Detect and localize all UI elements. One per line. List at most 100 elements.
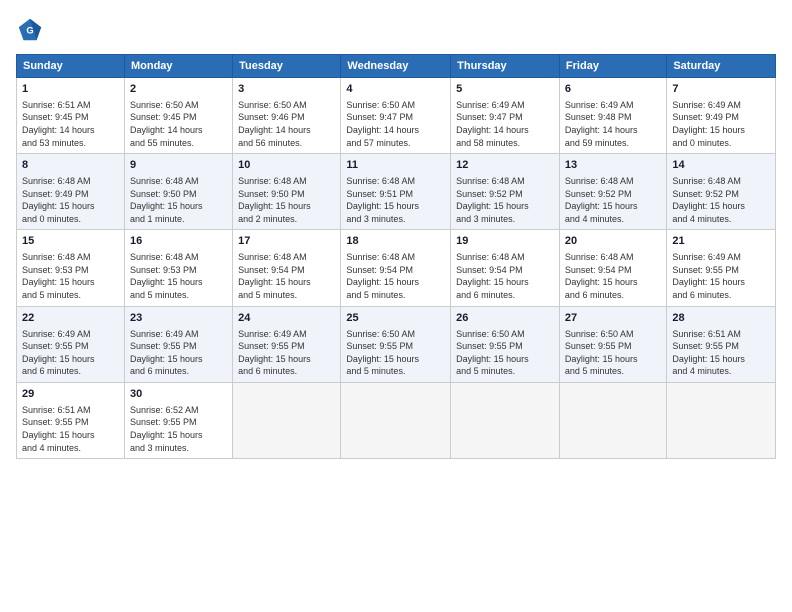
day-number: 12	[456, 158, 554, 173]
day-number: 17	[238, 234, 335, 249]
day-number: 13	[565, 158, 661, 173]
header: G	[16, 16, 776, 44]
day-info: Sunrise: 6:49 AM Sunset: 9:48 PM Dayligh…	[565, 99, 661, 149]
day-cell: 29Sunrise: 6:51 AM Sunset: 9:55 PM Dayli…	[17, 382, 125, 458]
day-number: 9	[130, 158, 227, 173]
day-cell: 13 Sunrise: 6:48 AM Sunset: 9:52 PM Dayli…	[559, 154, 666, 230]
day-cell: 27 Sunrise: 6:50 AM Sunset: 9:55 PM Dayli…	[559, 306, 666, 382]
day-info: Sunrise: 6:48 AM Sunset: 9:51 PM Dayligh…	[346, 175, 445, 225]
day-info: Sunrise: 6:48 AM Sunset: 9:54 PM Dayligh…	[238, 251, 335, 301]
week-row-5: 29Sunrise: 6:51 AM Sunset: 9:55 PM Dayli…	[17, 382, 776, 458]
day-info: Sunrise: 6:48 AM Sunset: 9:49 PM Dayligh…	[22, 175, 119, 225]
day-number: 15	[22, 234, 119, 249]
header-cell-sunday: Sunday	[17, 55, 125, 78]
day-number: 27	[565, 311, 661, 326]
day-number: 26	[456, 311, 554, 326]
day-cell: 3Sunrise: 6:50 AM Sunset: 9:46 PM Daylig…	[233, 78, 341, 154]
day-cell: 16 Sunrise: 6:48 AM Sunset: 9:53 PM Dayli…	[124, 230, 232, 306]
day-number: 28	[672, 311, 770, 326]
logo: G	[16, 16, 48, 44]
day-number: 30	[130, 387, 227, 402]
day-info: Sunrise: 6:48 AM Sunset: 9:50 PM Dayligh…	[130, 175, 227, 225]
day-number: 8	[22, 158, 119, 173]
day-number: 19	[456, 234, 554, 249]
day-cell: 4Sunrise: 6:50 AM Sunset: 9:47 PM Daylig…	[341, 78, 451, 154]
header-cell-friday: Friday	[559, 55, 666, 78]
day-info: Sunrise: 6:48 AM Sunset: 9:54 PM Dayligh…	[456, 251, 554, 301]
day-number: 18	[346, 234, 445, 249]
day-cell: 18Sunrise: 6:48 AM Sunset: 9:54 PM Dayli…	[341, 230, 451, 306]
calendar-table: SundayMondayTuesdayWednesdayThursdayFrid…	[16, 54, 776, 459]
day-number: 22	[22, 311, 119, 326]
day-number: 10	[238, 158, 335, 173]
day-info: Sunrise: 6:50 AM Sunset: 9:55 PM Dayligh…	[456, 328, 554, 378]
header-cell-tuesday: Tuesday	[233, 55, 341, 78]
day-cell: 2 Sunrise: 6:50 AM Sunset: 9:45 PM Daylig…	[124, 78, 232, 154]
header-cell-saturday: Saturday	[667, 55, 776, 78]
day-info: Sunrise: 6:51 AM Sunset: 9:55 PM Dayligh…	[22, 404, 119, 454]
day-cell: 28 Sunrise: 6:51 AM Sunset: 9:55 PM Dayli…	[667, 306, 776, 382]
day-info: Sunrise: 6:48 AM Sunset: 9:52 PM Dayligh…	[456, 175, 554, 225]
day-info: Sunrise: 6:48 AM Sunset: 9:53 PM Dayligh…	[130, 251, 227, 301]
header-row: SundayMondayTuesdayWednesdayThursdayFrid…	[17, 55, 776, 78]
day-cell	[451, 382, 560, 458]
header-cell-wednesday: Wednesday	[341, 55, 451, 78]
week-row-3: 15 Sunrise: 6:48 AM Sunset: 9:53 PM Dayli…	[17, 230, 776, 306]
day-number: 20	[565, 234, 661, 249]
day-cell: 25Sunrise: 6:50 AM Sunset: 9:55 PM Dayli…	[341, 306, 451, 382]
header-cell-monday: Monday	[124, 55, 232, 78]
day-cell: 8 Sunrise: 6:48 AM Sunset: 9:49 PM Daylig…	[17, 154, 125, 230]
day-number: 21	[672, 234, 770, 249]
day-info: Sunrise: 6:50 AM Sunset: 9:46 PM Dayligh…	[238, 99, 335, 149]
week-row-1: 1 Sunrise: 6:51 AM Sunset: 9:45 PM Daylig…	[17, 78, 776, 154]
svg-text:G: G	[26, 26, 33, 36]
day-cell: 23 Sunrise: 6:49 AM Sunset: 9:55 PM Dayli…	[124, 306, 232, 382]
day-cell	[341, 382, 451, 458]
week-row-2: 8 Sunrise: 6:48 AM Sunset: 9:49 PM Daylig…	[17, 154, 776, 230]
day-cell: 10 Sunrise: 6:48 AM Sunset: 9:50 PM Dayli…	[233, 154, 341, 230]
day-number: 7	[672, 82, 770, 97]
day-info: Sunrise: 6:49 AM Sunset: 9:55 PM Dayligh…	[130, 328, 227, 378]
logo-icon: G	[16, 16, 44, 44]
day-cell: 15 Sunrise: 6:48 AM Sunset: 9:53 PM Dayli…	[17, 230, 125, 306]
day-info: Sunrise: 6:50 AM Sunset: 9:45 PM Dayligh…	[130, 99, 227, 149]
day-info: Sunrise: 6:48 AM Sunset: 9:54 PM Dayligh…	[565, 251, 661, 301]
day-cell: 20 Sunrise: 6:48 AM Sunset: 9:54 PM Dayli…	[559, 230, 666, 306]
day-number: 23	[130, 311, 227, 326]
day-cell: 21 Sunrise: 6:49 AM Sunset: 9:55 PM Dayli…	[667, 230, 776, 306]
day-cell: 9 Sunrise: 6:48 AM Sunset: 9:50 PM Daylig…	[124, 154, 232, 230]
day-cell: 26 Sunrise: 6:50 AM Sunset: 9:55 PM Dayli…	[451, 306, 560, 382]
day-info: Sunrise: 6:48 AM Sunset: 9:50 PM Dayligh…	[238, 175, 335, 225]
day-info: Sunrise: 6:51 AM Sunset: 9:55 PM Dayligh…	[672, 328, 770, 378]
day-cell	[233, 382, 341, 458]
week-row-4: 22 Sunrise: 6:49 AM Sunset: 9:55 PM Dayli…	[17, 306, 776, 382]
day-number: 16	[130, 234, 227, 249]
day-cell: 24 Sunrise: 6:49 AM Sunset: 9:55 PM Dayli…	[233, 306, 341, 382]
day-info: Sunrise: 6:49 AM Sunset: 9:47 PM Dayligh…	[456, 99, 554, 149]
day-number: 2	[130, 82, 227, 97]
day-cell: 30Sunrise: 6:52 AM Sunset: 9:55 PM Dayli…	[124, 382, 232, 458]
day-number: 1	[22, 82, 119, 97]
day-cell: 14Sunrise: 6:48 AM Sunset: 9:52 PM Dayli…	[667, 154, 776, 230]
calendar-body: 1 Sunrise: 6:51 AM Sunset: 9:45 PM Daylig…	[17, 78, 776, 459]
day-number: 11	[346, 158, 445, 173]
day-number: 25	[346, 311, 445, 326]
day-info: Sunrise: 6:49 AM Sunset: 9:55 PM Dayligh…	[672, 251, 770, 301]
day-cell: 11 Sunrise: 6:48 AM Sunset: 9:51 PM Dayli…	[341, 154, 451, 230]
header-cell-thursday: Thursday	[451, 55, 560, 78]
day-cell: 12 Sunrise: 6:48 AM Sunset: 9:52 PM Dayli…	[451, 154, 560, 230]
day-number: 14	[672, 158, 770, 173]
day-info: Sunrise: 6:49 AM Sunset: 9:55 PM Dayligh…	[22, 328, 119, 378]
day-info: Sunrise: 6:48 AM Sunset: 9:53 PM Dayligh…	[22, 251, 119, 301]
day-number: 24	[238, 311, 335, 326]
day-info: Sunrise: 6:48 AM Sunset: 9:52 PM Dayligh…	[565, 175, 661, 225]
calendar-header: SundayMondayTuesdayWednesdayThursdayFrid…	[17, 55, 776, 78]
page: G SundayMondayTuesdayWednesdayThursdayFr…	[0, 0, 792, 612]
day-info: Sunrise: 6:50 AM Sunset: 9:55 PM Dayligh…	[565, 328, 661, 378]
day-info: Sunrise: 6:49 AM Sunset: 9:49 PM Dayligh…	[672, 99, 770, 149]
day-number: 4	[346, 82, 445, 97]
day-info: Sunrise: 6:51 AM Sunset: 9:45 PM Dayligh…	[22, 99, 119, 149]
day-cell: 17 Sunrise: 6:48 AM Sunset: 9:54 PM Dayli…	[233, 230, 341, 306]
day-cell	[559, 382, 666, 458]
day-info: Sunrise: 6:49 AM Sunset: 9:55 PM Dayligh…	[238, 328, 335, 378]
